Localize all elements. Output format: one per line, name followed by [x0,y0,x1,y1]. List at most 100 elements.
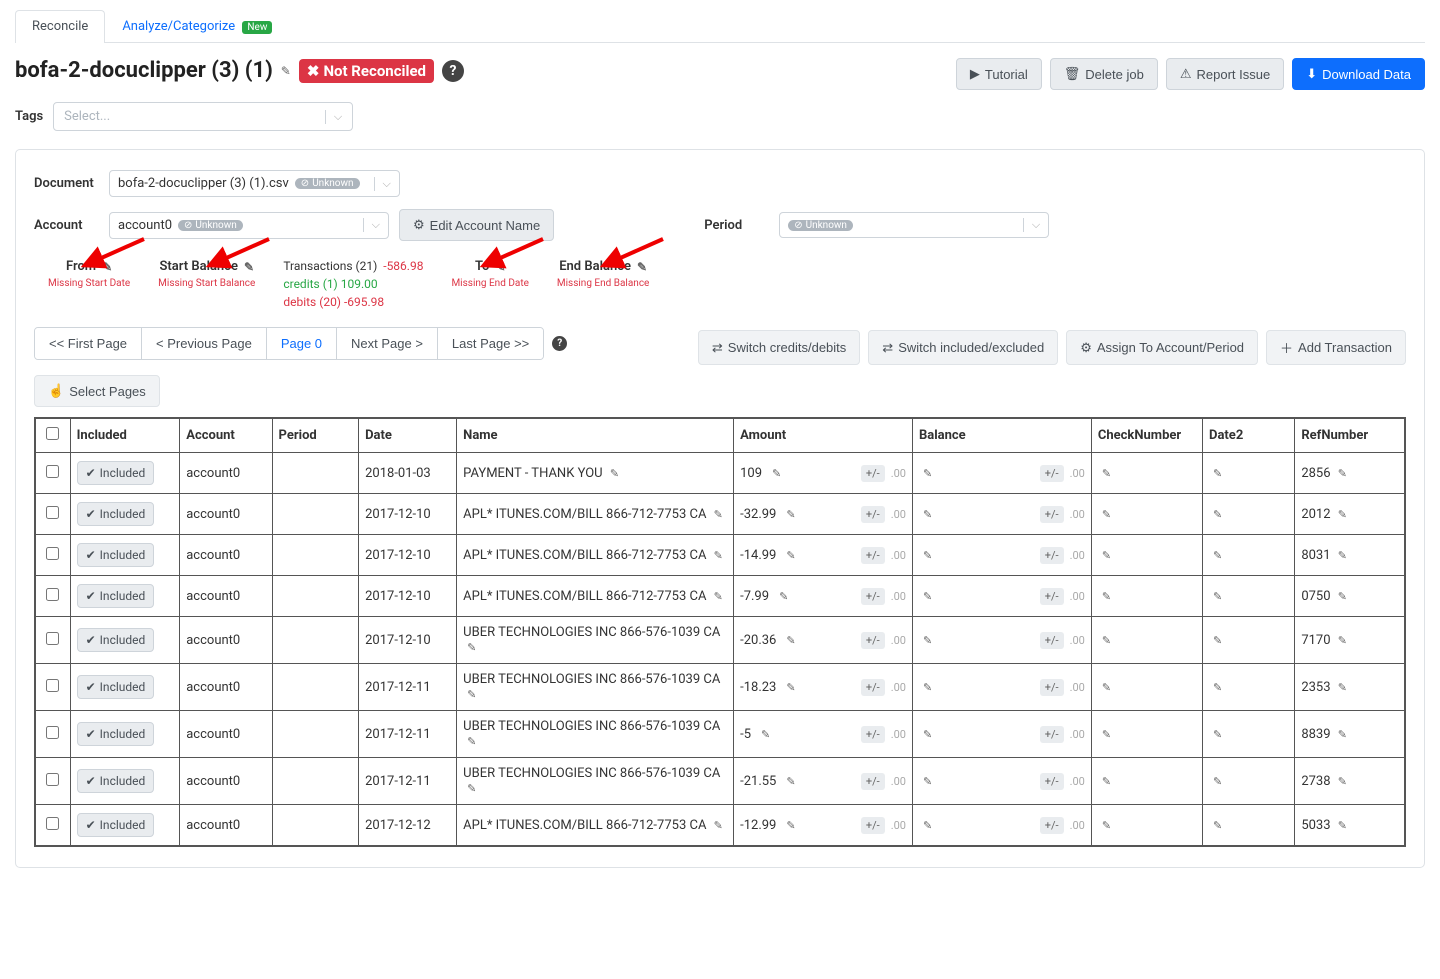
included-toggle[interactable]: ✔Included [77,675,155,699]
document-select[interactable]: bofa-2-docuclipper (3) (1).csv Unknown ⌵ [109,170,400,197]
edit-icon[interactable]: ✎ [1102,819,1111,832]
edit-icon[interactable]: ✎ [1213,775,1222,788]
add-transaction-button[interactable]: ＋Add Transaction [1266,330,1406,365]
sign-toggle[interactable]: +/- [1040,465,1064,482]
col-name[interactable]: Name [457,419,734,453]
included-toggle[interactable]: ✔Included [77,769,155,793]
row-checkbox[interactable] [46,506,59,519]
select-pages-button[interactable]: ☝Select Pages [34,375,160,407]
edit-icon[interactable]: ✎ [467,782,476,795]
sign-toggle[interactable]: +/- [861,632,885,649]
edit-icon[interactable]: ✎ [1338,819,1347,832]
edit-icon[interactable]: ✎ [1102,508,1111,521]
edit-icon[interactable]: ✎ [1102,775,1111,788]
switch-included-excluded-button[interactable]: ⇄Switch included/excluded [868,330,1058,365]
tab-reconcile[interactable]: Reconcile [15,10,105,43]
included-toggle[interactable]: ✔Included [77,628,155,652]
edit-icon[interactable]: ✎ [761,728,770,741]
edit-icon[interactable]: ✎ [923,819,932,832]
sign-toggle[interactable]: +/- [1040,817,1064,834]
col-ref[interactable]: RefNumber [1295,419,1405,453]
download-data-button[interactable]: ⬇Download Data [1292,58,1425,90]
included-toggle[interactable]: ✔Included [77,584,155,608]
col-included[interactable]: Included [70,419,180,453]
transactions-table-wrap[interactable]: Included Account Period Date Name Amount… [34,417,1406,847]
row-checkbox[interactable] [46,588,59,601]
sign-toggle[interactable]: +/- [861,726,885,743]
sign-toggle[interactable]: +/- [861,588,885,605]
edit-icon[interactable]: ✎ [714,549,723,562]
edit-icon[interactable]: ✎ [1213,549,1222,562]
edit-icon[interactable]: ✎ [714,508,723,521]
delete-job-button[interactable]: 🗑Delete job [1050,58,1158,90]
row-checkbox[interactable] [46,679,59,692]
edit-icon[interactable]: ✎ [1102,467,1111,480]
edit-icon[interactable]: ✎ [1213,634,1222,647]
edit-icon[interactable]: ✎ [1338,634,1347,647]
edit-icon[interactable]: ✎ [1213,681,1222,694]
edit-icon[interactable]: ✎ [1338,467,1347,480]
col-account[interactable]: Account [180,419,272,453]
last-page-button[interactable]: Last Page >> [438,328,543,359]
edit-icon[interactable]: ✎ [1338,681,1347,694]
edit-icon[interactable]: ✎ [1213,590,1222,603]
edit-icon[interactable]: ✎ [786,681,795,694]
row-checkbox[interactable] [46,817,59,830]
report-issue-button[interactable]: ⚠Report Issue [1166,58,1284,90]
col-amount[interactable]: Amount [734,419,913,453]
edit-icon[interactable]: ✎ [1338,590,1347,603]
edit-icon[interactable]: ✎ [1338,775,1347,788]
next-page-button[interactable]: Next Page > [337,328,438,359]
edit-icon[interactable]: ✎ [923,467,932,480]
col-period[interactable]: Period [272,419,359,453]
edit-icon[interactable]: ✎ [1213,508,1222,521]
edit-icon[interactable]: ✎ [772,467,781,480]
edit-icon[interactable]: ✎ [1102,634,1111,647]
included-toggle[interactable]: ✔Included [77,461,155,485]
edit-icon[interactable]: ✎ [1102,590,1111,603]
edit-icon[interactable]: ✎ [923,775,932,788]
sign-toggle[interactable]: +/- [1040,632,1064,649]
edit-icon[interactable]: ✎ [923,590,932,603]
included-toggle[interactable]: ✔Included [77,722,155,746]
included-toggle[interactable]: ✔Included [77,502,155,526]
col-date2[interactable]: Date2 [1203,419,1295,453]
edit-icon[interactable]: ✎ [786,508,795,521]
edit-icon[interactable]: ✎ [714,590,723,603]
sign-toggle[interactable]: +/- [861,679,885,696]
switch-credits-debits-button[interactable]: ⇄Switch credits/debits [698,330,860,365]
sign-toggle[interactable]: +/- [861,547,885,564]
sign-toggle[interactable]: +/- [861,817,885,834]
included-toggle[interactable]: ✔Included [77,543,155,567]
edit-start-balance-icon[interactable]: ✎ [244,260,254,274]
current-page[interactable]: Page 0 [267,328,337,359]
edit-from-icon[interactable]: ✎ [102,260,112,274]
edit-icon[interactable]: ✎ [714,819,723,832]
edit-account-name-button[interactable]: ⚙ Edit Account Name [399,209,554,241]
sign-toggle[interactable]: +/- [1040,679,1064,696]
edit-end-balance-icon[interactable]: ✎ [637,260,647,274]
edit-icon[interactable]: ✎ [467,735,476,748]
prev-page-button[interactable]: < Previous Page [142,328,267,359]
edit-icon[interactable]: ✎ [1102,549,1111,562]
edit-icon[interactable]: ✎ [1102,681,1111,694]
row-checkbox[interactable] [46,632,59,645]
select-all-checkbox[interactable] [46,427,59,440]
sign-toggle[interactable]: +/- [1040,506,1064,523]
sign-toggle[interactable]: +/- [861,465,885,482]
first-page-button[interactable]: << First Page [35,328,142,359]
edit-icon[interactable]: ✎ [1338,549,1347,562]
edit-icon[interactable]: ✎ [786,775,795,788]
edit-to-icon[interactable]: ✎ [495,260,505,274]
edit-icon[interactable]: ✎ [1338,508,1347,521]
edit-icon[interactable]: ✎ [1213,728,1222,741]
col-date[interactable]: Date [359,419,457,453]
edit-icon[interactable]: ✎ [923,728,932,741]
sign-toggle[interactable]: +/- [1040,588,1064,605]
edit-icon[interactable]: ✎ [923,549,932,562]
period-select[interactable]: Unknown ⌵ [779,212,1049,238]
edit-icon[interactable]: ✎ [923,681,932,694]
sign-toggle[interactable]: +/- [1040,726,1064,743]
tab-analyze[interactable]: Analyze/Categorize New [105,10,289,42]
account-select[interactable]: account0 Unknown ⌵ [109,212,389,239]
